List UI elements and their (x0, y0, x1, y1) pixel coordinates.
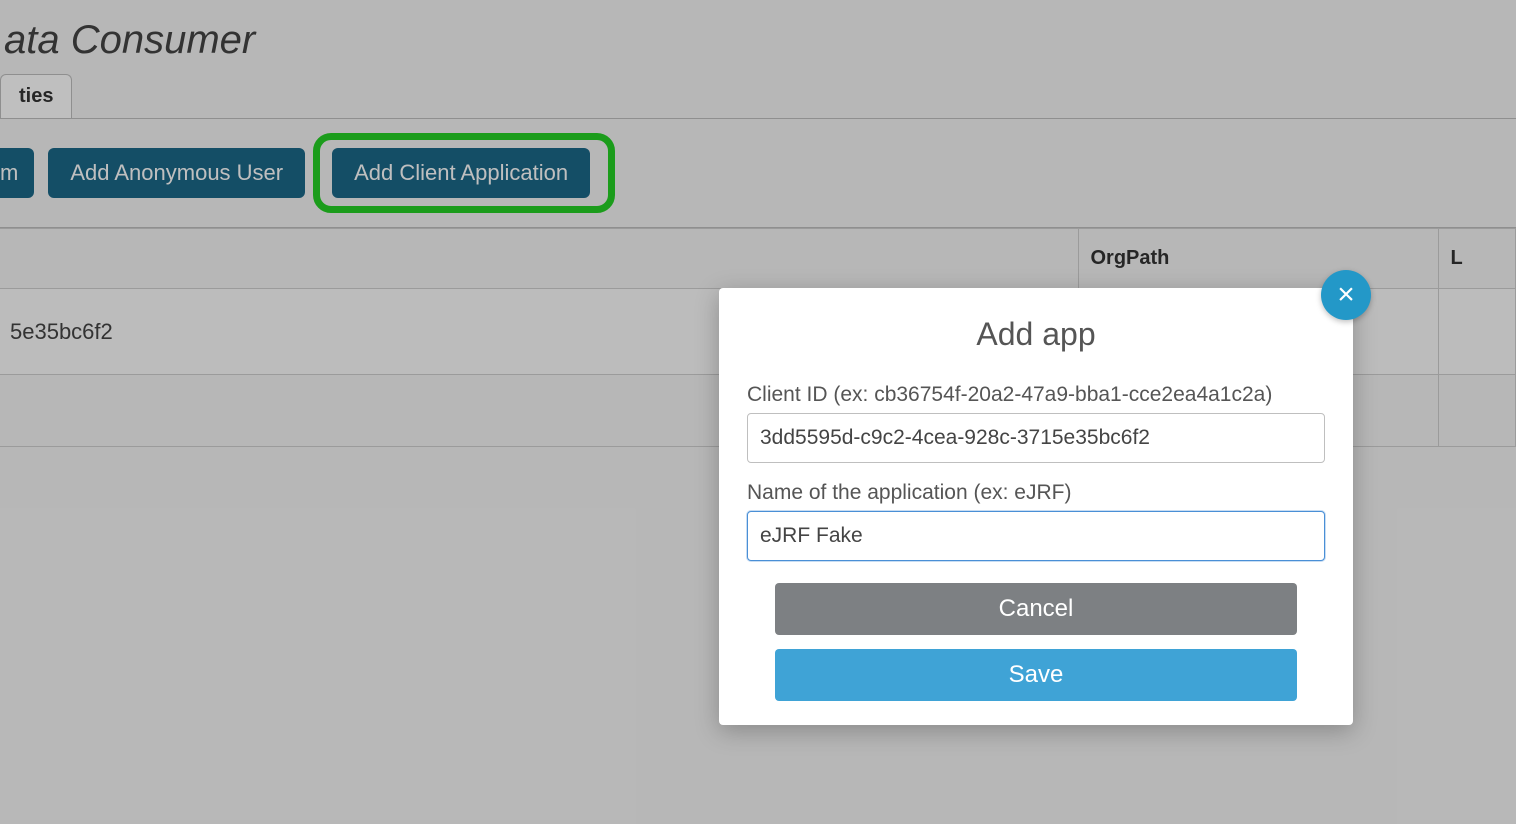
modal-close-button[interactable]: × (1321, 270, 1371, 320)
add-app-modal: × Add app Client ID (ex: cb36754f-20a2-4… (719, 288, 1353, 725)
close-icon: × (1337, 280, 1355, 310)
app-name-input[interactable] (747, 511, 1325, 561)
app-name-label: Name of the application (ex: eJRF) (747, 481, 1325, 505)
save-button[interactable]: Save (775, 649, 1297, 701)
modal-actions: Cancel Save (719, 579, 1353, 701)
client-id-label: Client ID (ex: cb36754f-20a2-47a9-bba1-c… (747, 383, 1325, 407)
client-id-input[interactable] (747, 413, 1325, 463)
cancel-button[interactable]: Cancel (775, 583, 1297, 635)
modal-title: Add app (719, 316, 1353, 353)
